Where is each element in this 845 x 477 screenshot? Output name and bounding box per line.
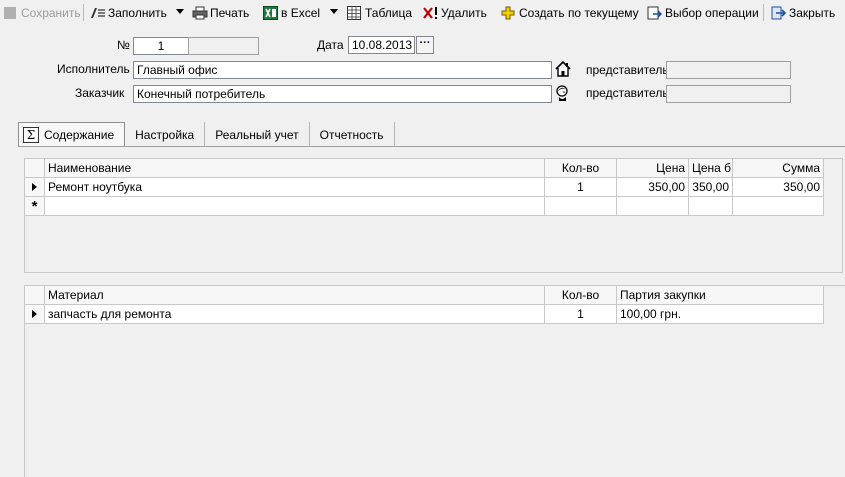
row-pointer-icon [32,310,37,318]
save-button[interactable]: Сохранить [3,3,81,22]
executor-representative-label: представитель [586,63,669,77]
column-header-material[interactable]: Материал [45,286,545,305]
printer-icon [192,6,208,20]
operation-icon [647,6,663,20]
close-button[interactable]: Закрыть [771,3,835,22]
table-icon [347,5,362,20]
excel-icon [263,5,278,20]
current-row-indicator [25,305,45,324]
tab-settings[interactable]: Настройка [125,122,206,147]
fill-button[interactable]: Заполнить [90,3,167,22]
delete-icon [423,6,438,20]
cell-sum[interactable]: 350,00 [733,178,824,197]
tab-bar: Σ Содержание Настройка Реальный учет Отч… [18,122,395,147]
column-header-qty[interactable]: Кол-во [545,159,617,178]
fill-dropdown-arrow[interactable] [176,9,184,14]
toolbar-separator [763,4,764,21]
cell-qty[interactable]: 1 [545,178,617,197]
date-field[interactable]: 10.08.2013 [348,36,415,54]
tab-panel-border [18,146,845,147]
new-row-indicator: * [25,197,45,216]
create-from-current-button[interactable]: Создать по текущему [501,3,639,22]
exit-icon [771,6,787,20]
delete-button[interactable]: Удалить [423,3,487,22]
tab-real-accounting[interactable]: Реальный учет [205,122,310,147]
materials-grid[interactable]: Материал Кол-во Партия закупки запчасть … [24,285,845,477]
cell-name[interactable]: Ремонт ноутбука [45,178,545,197]
excel-dropdown-arrow[interactable] [330,9,338,14]
customer-person-icon[interactable] [554,84,572,102]
cell-name-new[interactable] [45,197,545,216]
number-field[interactable]: 1 [133,37,189,55]
cell-qty-new[interactable] [545,197,617,216]
asterisk-icon: * [31,197,38,215]
customer-label: Заказчик [75,86,125,100]
table-button[interactable]: Таблица [347,3,412,22]
executor-field[interactable]: Главный офис [133,61,552,79]
cell-price[interactable]: 350,00 [617,178,689,197]
select-operation-button[interactable]: Выбор операции [647,3,759,22]
column-header-price[interactable]: Цена [617,159,689,178]
date-label: Дата [317,38,344,52]
table-row[interactable]: Ремонт ноутбука 1 350,00 350,00 350,00 [25,178,824,197]
column-header-qty[interactable]: Кол-во [545,286,617,305]
services-grid-header: Наименование Кол-во Цена Цена б Сумма [25,159,824,178]
customer-representative-field [666,85,791,103]
new-row[interactable]: * [25,197,824,216]
number-extra-field [188,37,259,55]
cell-price-b-new[interactable] [689,197,733,216]
table-row[interactable]: запчасть для ремонта 1 100,00 грн. [25,305,824,324]
save-icon [3,6,18,20]
tab-reporting[interactable]: Отчетность [310,122,395,147]
date-picker-button[interactable]: ··· [416,36,434,54]
row-indicator-header [25,159,45,178]
cell-price-b[interactable]: 350,00 [689,178,733,197]
toolbar-separator [83,4,84,21]
column-header-name[interactable]: Наименование [45,159,545,178]
export-excel-button[interactable]: в Excel [263,3,320,22]
add-icon [501,6,516,20]
toolbar: Сохранить Заполнить Печать в Excel Табли… [0,0,845,25]
materials-grid-header: Материал Кол-во Партия закупки [25,286,824,305]
cell-price-new[interactable] [617,197,689,216]
row-pointer-icon [32,183,37,191]
fill-icon [90,6,105,20]
customer-representative-label: представитель [586,86,669,100]
number-label: № [117,38,130,52]
print-button[interactable]: Печать [192,3,249,22]
cell-qty[interactable]: 1 [545,305,617,324]
executor-label: Исполнитель [57,62,130,76]
tab-content[interactable]: Σ Содержание [18,122,126,147]
column-header-price-b[interactable]: Цена б [689,159,733,178]
current-row-indicator [25,178,45,197]
customer-field[interactable]: Конечный потребитель [133,85,552,103]
executor-representative-field [666,61,791,79]
cell-material[interactable]: запчасть для ремонта [45,305,545,324]
column-header-batch[interactable]: Партия закупки [617,286,824,305]
cell-batch[interactable]: 100,00 грн. [617,305,824,324]
cell-sum-new[interactable] [733,197,824,216]
services-grid[interactable]: Наименование Кол-во Цена Цена б Сумма Ре… [24,158,843,273]
column-header-sum[interactable]: Сумма [733,159,824,178]
home-icon[interactable] [554,60,572,78]
row-indicator-header [25,286,45,305]
sigma-icon: Σ [23,127,39,143]
